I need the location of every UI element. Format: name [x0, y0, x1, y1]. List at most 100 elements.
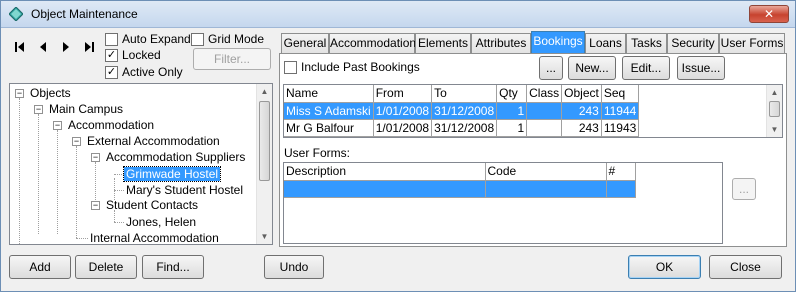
scroll-up-icon[interactable]: ▲: [257, 84, 272, 99]
close-button[interactable]: Close: [709, 255, 782, 279]
grid-mode-label: Grid Mode: [208, 32, 265, 46]
cell-from[interactable]: 1/01/2008: [373, 119, 433, 137]
cell-qty[interactable]: 1: [496, 102, 528, 120]
cell-class[interactable]: [526, 102, 563, 120]
col-header-description[interactable]: Description: [284, 163, 486, 181]
cell-seq[interactable]: 11944: [601, 102, 640, 120]
collapse-objects-icon[interactable]: −: [15, 89, 24, 98]
tree-line: [76, 238, 88, 239]
user-forms-grid[interactable]: Description Code #: [283, 162, 723, 244]
cell-seq[interactable]: 11943: [601, 119, 640, 137]
tree-node-main-campus[interactable]: Main Campus: [47, 101, 125, 117]
tab-bookings[interactable]: Bookings: [531, 31, 585, 54]
col-header-class[interactable]: Class: [526, 85, 563, 103]
object-tree[interactable]: − Objects − Main Campus − Accommodation …: [9, 83, 273, 245]
tree-node-marys-student-hostel[interactable]: Mary's Student Hostel: [124, 182, 245, 198]
collapse-accommodation-suppliers-icon[interactable]: −: [91, 153, 100, 162]
cell-from[interactable]: 1/01/2008: [373, 102, 433, 120]
previous-record-icon[interactable]: [36, 41, 50, 53]
col-header-to[interactable]: To: [431, 85, 498, 103]
col-header-from[interactable]: From: [373, 85, 433, 103]
tab-elements[interactable]: Elements: [415, 33, 471, 53]
locked-box[interactable]: ✓: [105, 48, 118, 62]
tree-node-student-contacts[interactable]: Student Contacts: [104, 197, 200, 213]
collapse-student-contacts-icon[interactable]: −: [91, 201, 100, 210]
tab-user-forms[interactable]: User Forms: [719, 33, 785, 53]
cell-object[interactable]: 243: [561, 119, 602, 137]
col-header-object[interactable]: Object: [561, 85, 602, 103]
edit-booking-button[interactable]: Edit...: [622, 56, 670, 80]
tree-line: [38, 114, 39, 234]
user-forms-ellipsis-button[interactable]: ...: [732, 178, 756, 200]
col-header-number[interactable]: #: [606, 163, 636, 181]
scroll-down-icon[interactable]: ▼: [767, 122, 782, 137]
col-header-seq[interactable]: Seq: [601, 85, 640, 103]
cell-name[interactable]: Mr G Balfour: [284, 119, 374, 137]
tab-general[interactable]: General: [281, 33, 329, 53]
table-row[interactable]: [284, 180, 636, 198]
object-maintenance-window: Object Maintenance ✕ Auto Expand Grid Mo…: [0, 0, 796, 292]
find-button[interactable]: Find...: [142, 255, 204, 279]
collapse-external-accommodation-icon[interactable]: −: [72, 137, 81, 146]
bookings-grid[interactable]: Name From To Qty Class Object Seq Miss S…: [283, 84, 783, 138]
tree-node-grimwade-hostel[interactable]: Grimwade Hostel: [122, 166, 222, 182]
new-booking-button[interactable]: New...: [568, 56, 616, 80]
cell-to[interactable]: 31/12/2008: [431, 119, 498, 137]
cell-object[interactable]: 243: [561, 102, 602, 120]
include-past-bookings-box[interactable]: [284, 60, 297, 74]
tree-line: [19, 98, 20, 244]
tree-node-accommodation-suppliers[interactable]: Accommodation Suppliers: [104, 149, 247, 165]
cell-number[interactable]: [606, 180, 636, 198]
tree-node-accommodation[interactable]: Accommodation: [66, 117, 156, 133]
cell-code[interactable]: [485, 180, 607, 198]
cell-class[interactable]: [526, 119, 563, 137]
grid-mode-box[interactable]: [191, 32, 204, 46]
app-diamond-icon: [9, 7, 23, 21]
col-header-qty[interactable]: Qty: [496, 85, 528, 103]
filter-button[interactable]: Filter...: [193, 48, 271, 70]
cell-name[interactable]: Miss S Adamski: [284, 102, 374, 120]
locked-label: Locked: [122, 48, 161, 62]
active-only-checkbox[interactable]: ✓ Active Only: [105, 65, 183, 79]
tree-node-objects[interactable]: Objects: [28, 85, 73, 101]
bookings-scroll-thumb[interactable]: [769, 101, 780, 117]
bookings-scrollbar[interactable]: ▲ ▼: [766, 85, 782, 137]
grid-mode-checkbox[interactable]: Grid Mode: [191, 32, 264, 46]
auto-expand-checkbox[interactable]: Auto Expand: [105, 32, 191, 46]
tree-node-external-accommodation[interactable]: External Accommodation: [85, 133, 222, 149]
tree-node-jones-helen[interactable]: Jones, Helen: [124, 214, 198, 230]
delete-button[interactable]: Delete: [75, 255, 137, 279]
tree-scrollbar[interactable]: ▲ ▼: [256, 84, 272, 244]
scroll-up-icon[interactable]: ▲: [767, 85, 782, 100]
cell-to[interactable]: 31/12/2008: [431, 102, 498, 120]
tab-loans[interactable]: Loans: [585, 33, 626, 53]
cell-qty[interactable]: 1: [496, 119, 528, 137]
scroll-down-icon[interactable]: ▼: [257, 229, 272, 244]
table-row[interactable]: Miss S Adamski 1/01/2008 31/12/2008 1 24…: [284, 102, 640, 120]
collapse-accommodation-icon[interactable]: −: [53, 121, 62, 130]
tree-node-internal-accommodation[interactable]: Internal Accommodation: [88, 230, 221, 244]
tab-tasks[interactable]: Tasks: [626, 33, 667, 53]
cell-description[interactable]: [284, 180, 486, 198]
bookings-ellipsis-button[interactable]: ...: [539, 56, 563, 80]
tree-scroll-thumb[interactable]: [259, 101, 270, 181]
auto-expand-box[interactable]: [105, 32, 118, 46]
first-record-icon[interactable]: [13, 41, 27, 53]
include-past-bookings-checkbox[interactable]: Include Past Bookings: [284, 60, 420, 74]
col-header-code[interactable]: Code: [485, 163, 607, 181]
collapse-main-campus-icon[interactable]: −: [34, 105, 43, 114]
undo-button[interactable]: Undo: [264, 255, 324, 279]
table-row[interactable]: Mr G Balfour 1/01/2008 31/12/2008 1 243 …: [284, 119, 640, 137]
ok-button[interactable]: OK: [628, 255, 701, 279]
last-record-icon[interactable]: [82, 41, 96, 53]
col-header-name[interactable]: Name: [284, 85, 374, 103]
issue-booking-button[interactable]: Issue...: [677, 56, 725, 80]
locked-checkbox[interactable]: ✓ Locked: [105, 48, 161, 62]
tab-security[interactable]: Security: [667, 33, 719, 53]
next-record-icon[interactable]: [59, 41, 73, 53]
window-close-button[interactable]: ✕: [749, 5, 789, 23]
tab-accommodation[interactable]: Accommodation: [329, 33, 416, 53]
tab-attributes[interactable]: Attributes: [471, 33, 531, 53]
add-button[interactable]: Add: [9, 255, 71, 279]
active-only-box[interactable]: ✓: [105, 65, 118, 79]
